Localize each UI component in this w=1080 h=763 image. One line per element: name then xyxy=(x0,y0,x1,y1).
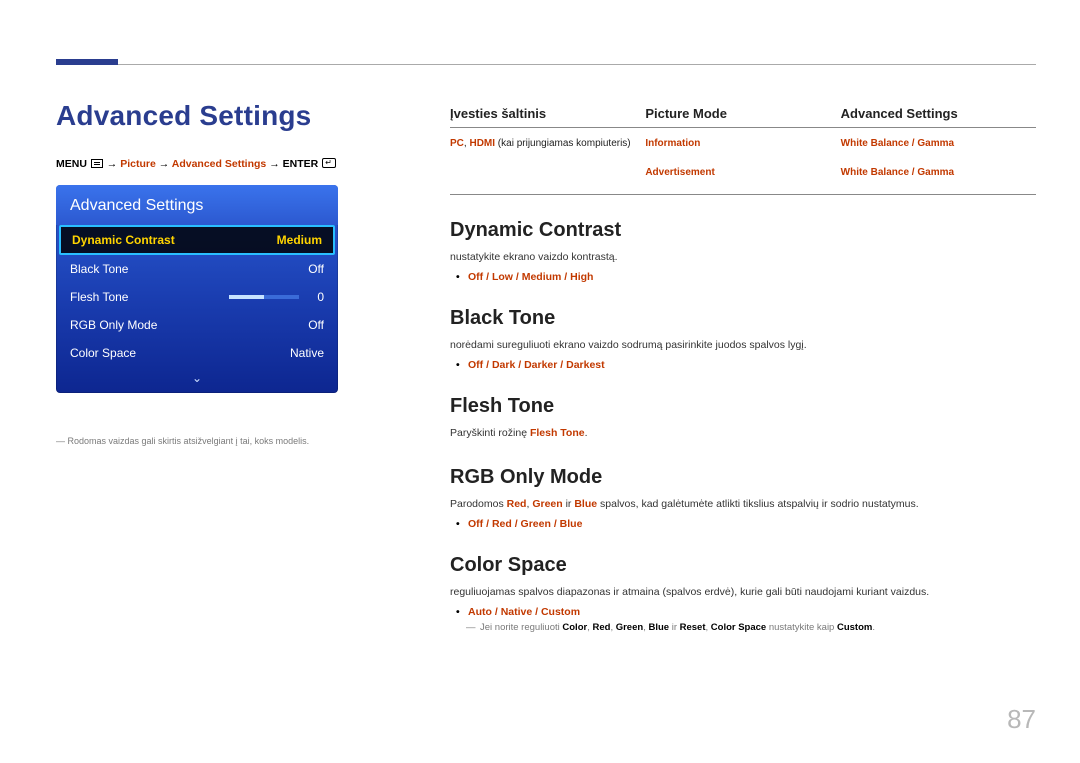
osd-row-label: Flesh Tone xyxy=(70,290,128,304)
section-title-black: Black Tone xyxy=(450,307,1036,330)
col-header-adv: Advanced Settings xyxy=(841,102,1036,127)
osd-row-flesh-tone[interactable]: Flesh Tone 0 xyxy=(56,283,338,311)
section-desc-rgb: Parodomos Red, Green ir Blue spalvos, ka… xyxy=(450,497,1036,512)
options-black: Off / Dark / Darker / Darkest xyxy=(468,359,1036,371)
options-dynamic: Off / Low / Medium / High xyxy=(468,271,1036,283)
cell-source: PC, HDMI (kai prijungiamas kompiuteris) xyxy=(450,128,645,194)
osd-slider xyxy=(229,295,299,299)
osd-title: Advanced Settings xyxy=(56,185,338,225)
osd-scroll-down-icon[interactable]: ⌄ xyxy=(56,367,338,393)
osd-row-value: Off xyxy=(308,318,324,332)
section-desc-black: norėdami sureguliuoti ekrano vaizdo sodr… xyxy=(450,338,1036,353)
osd-row-value: Native xyxy=(290,346,324,360)
col-header-mode: Picture Mode xyxy=(645,102,840,127)
breadcrumb-adv: Advanced Settings xyxy=(172,158,267,170)
breadcrumb: MENU → Picture → Advanced Settings → ENT… xyxy=(56,158,336,170)
content-body: Dynamic Contrast nustatykite ekrano vaiz… xyxy=(450,219,1036,633)
menu-icon xyxy=(91,159,103,168)
osd-row-value: Off xyxy=(308,262,324,276)
section-title-cspace: Color Space xyxy=(450,554,1036,577)
osd-row-label: Black Tone xyxy=(70,262,128,276)
osd-row-label: Dynamic Contrast xyxy=(72,233,175,247)
osd-row-value: 0 xyxy=(317,290,324,304)
cell-mode: Information Advertisement xyxy=(645,128,840,194)
page-number: 87 xyxy=(1007,704,1036,735)
osd-footnote: Rodomas vaizdas gali skirtis atsižvelgia… xyxy=(56,436,346,446)
section-desc-cspace: reguliuojamas spalvos diapazonas ir atma… xyxy=(450,585,1036,600)
options-cspace: Auto / Native / Custom xyxy=(468,606,1036,618)
source-mode-table: Įvesties šaltinis Picture Mode Advanced … xyxy=(450,102,1036,195)
osd-row-rgb-only[interactable]: RGB Only Mode Off xyxy=(56,311,338,339)
section-desc-flesh: Paryškinti rožinę Flesh Tone. xyxy=(450,426,1036,441)
options-rgb: Off / Red / Green / Blue xyxy=(468,518,1036,530)
breadcrumb-menu: MENU xyxy=(56,158,87,170)
section-title-rgb: RGB Only Mode xyxy=(450,466,1036,489)
col-header-source: Įvesties šaltinis xyxy=(450,102,645,127)
osd-row-dynamic-contrast[interactable]: Dynamic Contrast Medium xyxy=(59,225,335,255)
osd-panel: Advanced Settings Dynamic Contrast Mediu… xyxy=(56,185,338,393)
page-title: Advanced Settings xyxy=(56,100,311,132)
section-title-dynamic: Dynamic Contrast xyxy=(450,219,1036,242)
osd-row-color-space[interactable]: Color Space Native xyxy=(56,339,338,367)
osd-row-value: Medium xyxy=(277,233,322,247)
cell-adv: White Balance / Gamma White Balance / Ga… xyxy=(841,128,1036,194)
main-content: Įvesties šaltinis Picture Mode Advanced … xyxy=(450,102,1036,633)
osd-row-label: RGB Only Mode xyxy=(70,318,157,332)
section-desc-dynamic: nustatykite ekrano vaizdo kontrastą. xyxy=(450,250,1036,265)
breadcrumb-picture: Picture xyxy=(120,158,156,170)
section-title-flesh: Flesh Tone xyxy=(450,395,1036,418)
breadcrumb-enter: ENTER xyxy=(283,158,319,170)
header-rule xyxy=(56,64,1036,65)
osd-row-black-tone[interactable]: Black Tone Off xyxy=(56,255,338,283)
note-cspace: Jei norite reguliuoti Color, Red, Green,… xyxy=(480,622,1036,633)
enter-icon xyxy=(322,158,336,168)
osd-row-label: Color Space xyxy=(70,346,136,360)
